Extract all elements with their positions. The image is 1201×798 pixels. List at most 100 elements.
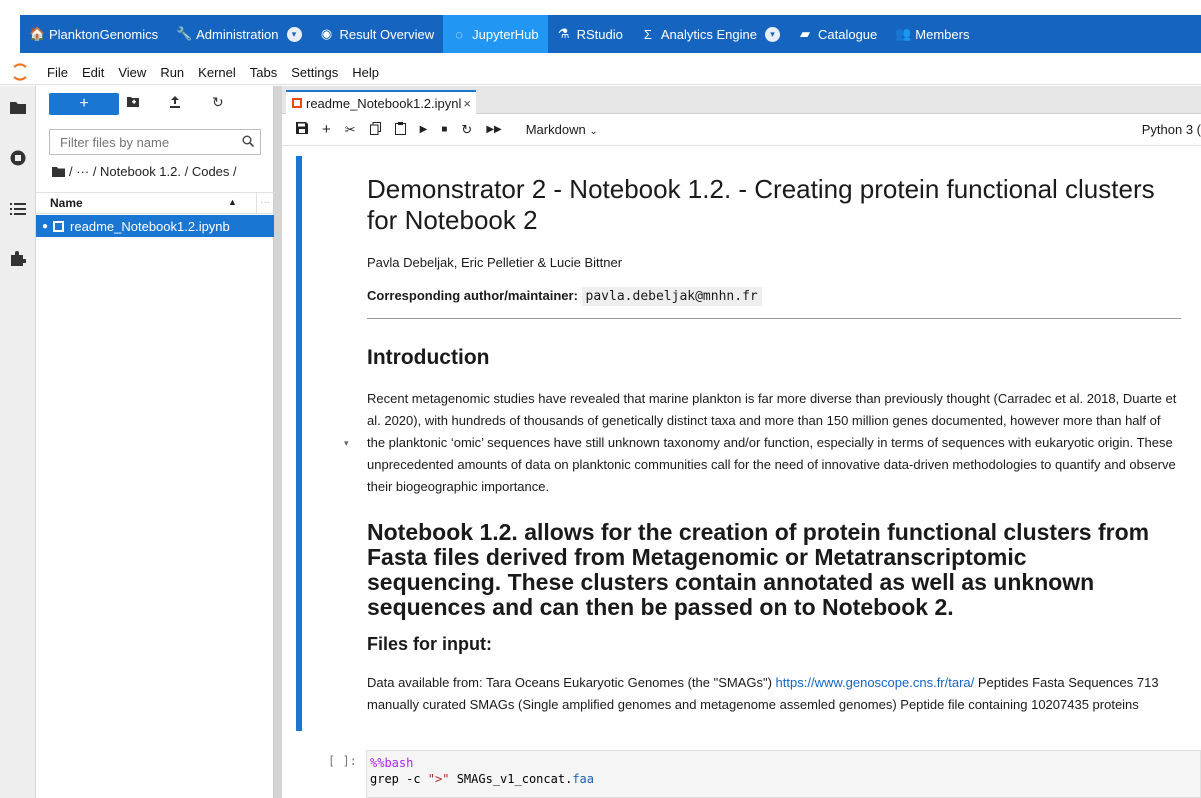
code-editor[interactable]: %%bash grep -c ">" SMAGs_v1_concat.faa [366,750,1201,798]
column-divider[interactable] [256,193,257,213]
data-text-before: Data available from: Tara Oceans Eukaryo… [367,675,776,690]
corresponding-author: Corresponding author/maintainer: pavla.d… [367,287,1182,306]
more-columns-icon[interactable]: … [260,195,270,206]
menu-view[interactable]: View [111,65,153,80]
nav-label: Administration [196,26,279,42]
notebook-purpose-heading: Notebook 1.2. allows for the creation of… [367,519,1150,620]
new-launcher-button[interactable]: + [49,93,119,115]
extensions-puzzle-icon[interactable] [10,250,27,266]
save-icon[interactable] [296,122,308,137]
sort-ascending-icon[interactable]: ▲ [228,197,237,207]
running-indicator-icon: ● [42,220,49,232]
breadcrumb-path[interactable]: / ··· / Notebook 1.2. / Codes / [69,164,237,179]
menu-run[interactable]: Run [153,65,191,80]
nav-label: Catalogue [818,26,878,42]
jupyter-icon: ◌ [455,26,463,42]
fast-forward-icon[interactable]: ▶▶ [486,124,501,135]
file-list-item[interactable]: ● readme_Notebook1.2.ipynb [36,215,274,237]
running-sessions-icon[interactable] [10,150,26,166]
tab-label: readme_Notebook1.2.ipynl [306,95,462,111]
code-cell[interactable]: [ ]: %%bash grep -c ">" SMAGs_v1_concat.… [322,750,1201,798]
nav-label: JupyterHub [472,26,539,42]
refresh-icon[interactable]: ↻ [212,94,224,111]
tab-bar: readme_Notebook1.2.ipynl × [282,86,1201,114]
files-input-heading: Files for input: [367,634,492,654]
code-string: ">" [427,772,450,786]
data-description: Data available from: Tara Oceans Eukaryo… [367,672,1187,716]
folder-icon[interactable] [10,100,26,116]
nav-analytics-engine[interactable]: Σ Analytics Engine ▾ [632,15,789,53]
menu-settings[interactable]: Settings [284,65,345,80]
menu-file[interactable]: File [40,65,75,80]
chevron-down-icon[interactable]: ▾ [765,26,780,42]
divider [367,318,1181,319]
table-of-contents-icon[interactable] [10,202,26,218]
close-icon[interactable]: × [463,96,471,111]
menu-tabs[interactable]: Tabs [243,65,284,80]
notebook-file-icon [53,220,65,232]
cell-type-value: Markdown [525,122,586,137]
menu-edit[interactable]: Edit [75,65,111,80]
kernel-name[interactable]: Python 3 ( [1142,122,1201,137]
nav-catalogue[interactable]: ▰ Catalogue [789,15,886,53]
notebook-icon [292,98,302,108]
flask-icon: ⚗ [557,26,570,41]
introduction-heading: Introduction [367,346,490,369]
nav-jupyterhub[interactable]: ◌ JupyterHub [443,15,548,53]
file-list-header: Name ▲ … [36,192,274,214]
menu-bar: File Edit View Run Kernel Tabs Settings … [0,60,1201,85]
notebook-toolbar: + ✂ ▶ ■ ↻ ▶▶ Markdown ⌄ Python 3 ( [282,114,1201,146]
menu-help[interactable]: Help [345,65,386,80]
new-folder-icon[interactable] [127,96,139,110]
collapse-heading-icon[interactable]: ▾ [344,438,349,449]
run-icon[interactable]: ▶ [420,124,428,135]
paste-icon[interactable] [394,121,406,138]
file-browser: + ↻ / ··· / Notebook 1.2. / Codes / Name… [36,86,274,798]
copy-icon[interactable] [369,121,381,138]
sigma-icon: Σ [643,26,652,42]
tab-readme-notebook[interactable]: readme_Notebook1.2.ipynl × [286,90,476,114]
upload-icon[interactable] [170,96,180,111]
restart-icon[interactable]: ↻ [461,122,472,138]
jupyter-logo-icon [0,60,40,85]
corresponding-label: Corresponding author/maintainer: [367,288,578,303]
nav-members[interactable]: 👥 Members [886,15,978,53]
nav-planktongenomics[interactable]: 🏠 PlanktonGenomics [20,15,167,53]
introduction-text: Recent metagenomic studies have revealed… [367,391,1177,494]
cell-prompt: [ ]: [328,754,357,768]
nav-label: RStudio [576,26,623,42]
nav-result-overview[interactable]: ◉ Result Overview [311,15,444,53]
code-command: grep -c [370,772,428,786]
menu-kernel[interactable]: Kernel [191,65,243,80]
stop-icon[interactable]: ■ [441,124,447,135]
folder-icon[interactable] [52,165,65,180]
panel-splitter[interactable] [274,86,282,798]
wrench-icon: 🔧 [176,26,193,41]
file-name: readme_Notebook1.2.ipynb [70,218,230,234]
globe-icon: ◉ [320,26,333,41]
nav-rstudio[interactable]: ⚗ RStudio [548,15,632,53]
code-filename: SMAGs_v1_concat. [449,772,573,786]
filter-files-input[interactable] [49,129,261,155]
file-browser-toolbar: + ↻ [36,86,274,122]
notebook-panel: readme_Notebook1.2.ipynl × + ✂ ▶ ■ ↻ ▶▶ … [282,86,1201,798]
genoscope-link[interactable]: https://www.genoscope.cns.fr/tara/ [776,675,975,690]
cell-collapser[interactable] [296,156,302,731]
column-name-header[interactable]: Name [50,196,83,210]
nav-label: PlanktonGenomics [49,26,159,42]
add-cell-icon[interactable]: + [322,121,331,138]
chevron-down-icon[interactable]: ▾ [286,26,302,42]
nav-administration[interactable]: 🔧 Administration ▾ [167,15,310,53]
code-magic: %%bash [370,756,414,770]
breadcrumb: / ··· / Notebook 1.2. / Codes / [52,164,237,180]
top-nav-bar: 🏠 PlanktonGenomics 🔧 Administration ▾ ◉ Result… [20,15,1201,53]
activity-bar [0,86,36,798]
cut-icon[interactable]: ✂ [345,122,356,138]
authors: Pavla Debeljak, Eric Pelletier & Lucie B… [367,255,623,270]
cell-type-select[interactable]: Markdown ⌄ [526,122,598,137]
top-navigation: 🏠 PlanktonGenomics 🔧 Administration ▾ ◉ Result… [0,0,1201,53]
search-icon [242,135,255,150]
corresponding-email: pavla.debeljak@mnhn.fr [581,287,762,306]
chevron-down-icon: ⌄ [589,126,598,137]
notebook-title: Demonstrator 2 - Notebook 1.2. - Creatin… [367,174,1155,235]
